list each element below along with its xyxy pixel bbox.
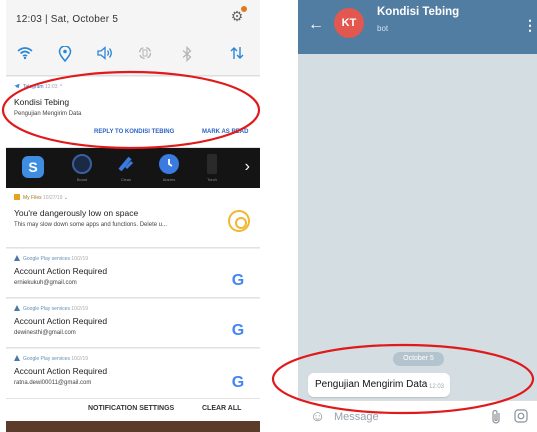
- telegram-chat-screen: ← KT Kondisi Tebing bot ⋮ October 5 Peng…: [298, 0, 537, 432]
- app-icon-s[interactable]: S: [22, 156, 44, 178]
- notification-app-row: Google Play services 10/2/19: [14, 305, 88, 312]
- google-notification[interactable]: Google Play services 10/2/19 Account Act…: [6, 299, 260, 348]
- chat-header: ← KT Kondisi Tebing bot ⋮: [298, 0, 537, 54]
- notification-text: This may slow down some apps and functio…: [14, 222, 168, 228]
- notification-title: Account Action Required: [14, 316, 108, 326]
- google-play-icon: [14, 355, 20, 361]
- message-text: Pengujian Mengirim Data: [315, 379, 428, 390]
- message-time: 12:03: [428, 384, 444, 390]
- message-composer: ☺: [298, 400, 537, 432]
- wallpaper-strip: [6, 421, 260, 432]
- folder-icon: [14, 194, 20, 200]
- notification-title: You're dangerously low on space: [14, 208, 139, 218]
- sound-icon[interactable]: [96, 46, 114, 64]
- wifi-icon[interactable]: [16, 46, 34, 64]
- google-notification[interactable]: Google Play services 10/2/19 Account Act…: [6, 349, 260, 399]
- camera-icon[interactable]: [513, 409, 529, 425]
- notification-dot: [241, 6, 247, 12]
- clean-icon[interactable]: [116, 154, 136, 174]
- notification-text: Pengujian Mengirim Data: [14, 111, 82, 117]
- notification-app-row: Google Play services 10/2/19: [14, 355, 88, 362]
- chat-subtitle: bot: [377, 24, 389, 33]
- rotate-icon[interactable]: [136, 46, 154, 64]
- message-bubble[interactable]: Pengujian Mengirim Data 12:03: [308, 373, 450, 397]
- notification-email: ratna.dewi00011@gmail.com: [14, 380, 92, 386]
- status-bar: 12:03 | Sat, October 5 ⚙: [6, 0, 260, 36]
- boost-icon[interactable]: [72, 154, 92, 174]
- notification-title: Kondisi Tebing: [14, 97, 70, 107]
- app-label: Torch: [207, 177, 217, 182]
- date-separator: October 5: [393, 352, 444, 366]
- quick-settings: [6, 36, 260, 76]
- notification-app-row: Telegram 12:03 ⌃: [14, 83, 63, 90]
- notification-title: Account Action Required: [14, 266, 108, 276]
- telegram-notification[interactable]: Telegram 12:03 ⌃ Kondisi Tebing Pengujia…: [6, 77, 260, 148]
- status-datetime: 12:03 | Sat, October 5: [16, 14, 119, 25]
- more-menu-icon[interactable]: ⋮: [523, 18, 537, 32]
- notification-email: erniekukuh@gmail.com: [14, 280, 77, 286]
- clear-all-button[interactable]: CLEAR ALL: [202, 405, 241, 412]
- notification-app-row: My Files 10/27/19 ⌄: [14, 194, 68, 201]
- google-play-icon: [14, 305, 20, 311]
- google-icon: G: [231, 272, 245, 289]
- message-input[interactable]: [334, 407, 484, 427]
- chat-title[interactable]: Kondisi Tebing: [377, 6, 459, 18]
- app-label: Clean: [120, 177, 132, 182]
- notification-title: Account Action Required: [14, 366, 108, 376]
- attach-icon[interactable]: [490, 409, 504, 425]
- torch-icon[interactable]: [207, 154, 217, 174]
- storage-icon: [228, 210, 250, 232]
- google-play-icon: [14, 255, 20, 261]
- chevron-right-icon[interactable]: ›: [245, 158, 250, 176]
- telegram-icon: [14, 83, 20, 89]
- notification-app-row: Google Play services 10/2/19: [14, 255, 88, 262]
- google-icon: G: [231, 322, 245, 339]
- bluetooth-icon[interactable]: [178, 45, 196, 64]
- myfiles-notification[interactable]: My Files 10/27/19 ⌄ You're dangerously l…: [6, 188, 260, 248]
- data-icon[interactable]: [228, 46, 246, 64]
- app-label: Boost: [76, 177, 88, 182]
- google-notification[interactable]: Google Play services 10/2/19 Account Act…: [6, 249, 260, 298]
- notification-shade-screen: 12:03 | Sat, October 5 ⚙ Telegram 12:03 …: [6, 0, 260, 432]
- app-tray: S Boost Clean Alarms Torch ›: [6, 148, 260, 188]
- mark-as-read-button[interactable]: MARK AS READ: [202, 129, 248, 135]
- back-arrow-icon[interactable]: ←: [308, 16, 324, 34]
- app-label: Alarms: [162, 177, 176, 182]
- location-icon[interactable]: [56, 45, 74, 64]
- emoji-icon[interactable]: ☺: [310, 409, 326, 425]
- notification-email: dewinesthi@gmail.com: [14, 330, 76, 336]
- reply-button[interactable]: REPLY TO KONDISI TEBING: [94, 129, 174, 135]
- avatar[interactable]: KT: [334, 8, 364, 38]
- notification-settings-button[interactable]: NOTIFICATION SETTINGS: [88, 405, 174, 412]
- notification-footer: NOTIFICATION SETTINGS CLEAR ALL: [6, 399, 260, 421]
- alarm-icon[interactable]: [159, 154, 179, 174]
- google-icon: G: [231, 374, 245, 391]
